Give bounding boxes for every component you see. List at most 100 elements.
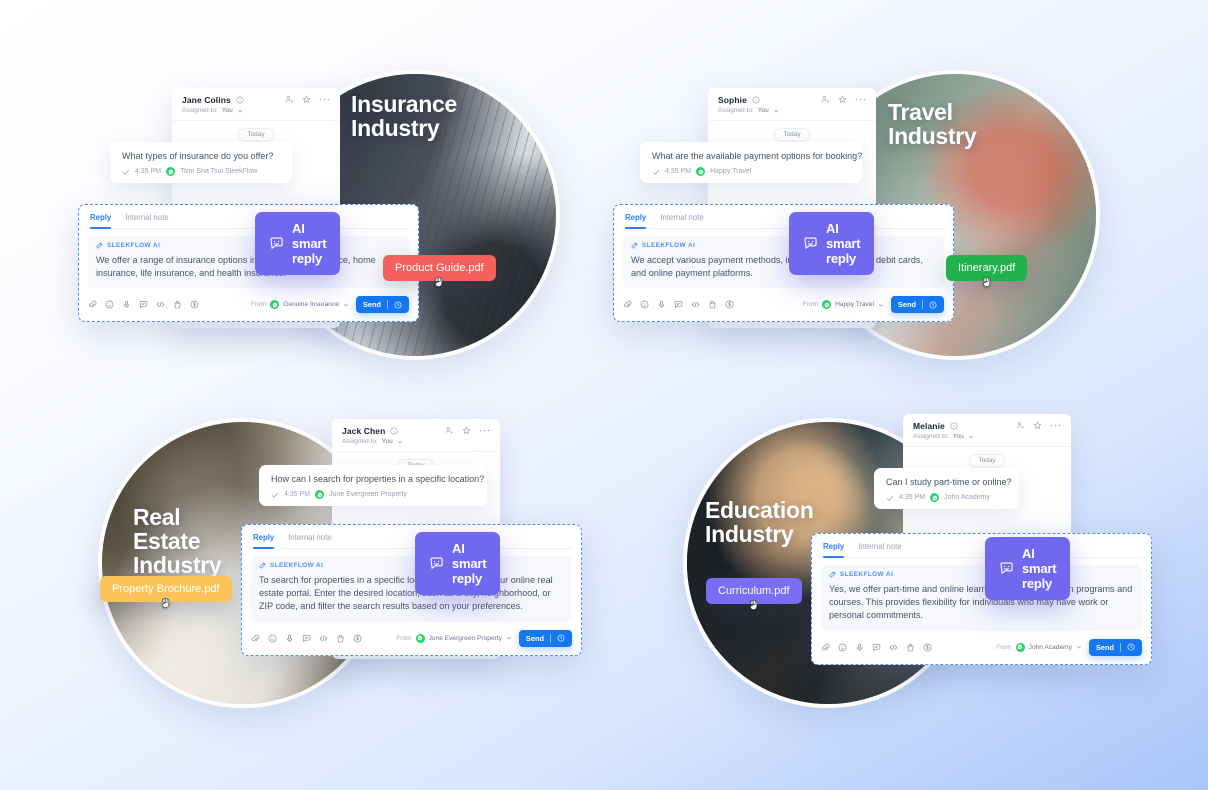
info-icon[interactable] bbox=[390, 427, 398, 435]
from-selector[interactable]: From John Academy bbox=[996, 642, 1082, 652]
star-icon[interactable] bbox=[462, 426, 471, 435]
tab-reply[interactable]: Reply bbox=[253, 533, 275, 549]
payment-icon[interactable] bbox=[353, 634, 362, 643]
quick-reply-icon[interactable] bbox=[302, 634, 311, 643]
shopping-bag-icon[interactable] bbox=[708, 300, 717, 309]
ai-smart-reply-button-travel[interactable]: AI smart reply bbox=[789, 212, 875, 275]
microphone-icon[interactable] bbox=[122, 300, 131, 309]
clock-icon[interactable] bbox=[394, 301, 402, 309]
tab-internal-note[interactable]: Internal note bbox=[125, 213, 168, 228]
payment-icon[interactable] bbox=[190, 300, 199, 309]
chat-header: Sophie Assigned to: You bbox=[708, 88, 876, 121]
send-button[interactable]: Send bbox=[355, 296, 409, 314]
assigned-to-row[interactable]: Assigned to: You bbox=[342, 438, 403, 445]
tab-internal-note[interactable]: Internal note bbox=[858, 542, 901, 557]
check-icon bbox=[271, 491, 279, 499]
payment-icon[interactable] bbox=[725, 300, 734, 309]
assigned-to-value: You bbox=[952, 433, 964, 440]
microphone-icon[interactable] bbox=[855, 643, 864, 652]
composer-footer: From John Academy Send bbox=[821, 638, 1142, 656]
tab-reply[interactable]: Reply bbox=[90, 213, 112, 229]
add-person-icon[interactable] bbox=[821, 95, 830, 104]
more-options-icon[interactable] bbox=[319, 97, 330, 102]
industry-title-education: Education Industry bbox=[705, 497, 814, 548]
emoji-icon[interactable] bbox=[268, 634, 277, 643]
code-snippet-icon[interactable] bbox=[889, 643, 898, 652]
tab-internal-note[interactable]: Internal note bbox=[660, 213, 703, 228]
assigned-to-row[interactable]: Assigned to: You bbox=[913, 433, 974, 440]
quick-reply-icon[interactable] bbox=[674, 300, 683, 309]
payment-icon[interactable] bbox=[923, 643, 932, 652]
ai-smart-reply-button-education[interactable]: AI smart reply bbox=[985, 537, 1071, 600]
magic-wand-icon bbox=[829, 571, 836, 578]
microphone-icon[interactable] bbox=[285, 634, 294, 643]
composer-send-area: From Happy Travel Send bbox=[803, 296, 944, 314]
ai-smart-reply-button-insurance[interactable]: AI smart reply bbox=[255, 212, 341, 275]
message-text: How can I search for properties in a spe… bbox=[271, 474, 485, 484]
composer-travel[interactable]: Reply Internal note SLEEKFLOW AI We acce… bbox=[613, 204, 954, 323]
shopping-bag-icon[interactable] bbox=[173, 300, 182, 309]
file-chip-label: Itinerary.pdf bbox=[958, 262, 1016, 274]
file-chip-insurance[interactable]: Product Guide.pdf bbox=[383, 255, 496, 287]
ai-smart-reply-button-real-estate[interactable]: AI smart reply bbox=[415, 532, 501, 595]
add-person-icon[interactable] bbox=[285, 95, 294, 104]
clock-icon[interactable] bbox=[929, 301, 937, 309]
composer-tools bbox=[623, 300, 734, 309]
composer-tabs: Reply Internal note bbox=[821, 541, 1142, 558]
star-icon[interactable] bbox=[838, 95, 847, 104]
shopping-bag-icon[interactable] bbox=[906, 643, 915, 652]
attachment-icon[interactable] bbox=[88, 300, 97, 309]
file-chip-education[interactable]: Curriculum.pdf bbox=[706, 578, 802, 610]
tab-internal-note[interactable]: Internal note bbox=[288, 533, 331, 548]
assigned-to-row[interactable]: Assigned to: You bbox=[182, 107, 244, 114]
more-options-icon[interactable] bbox=[1050, 423, 1061, 428]
composer-insurance[interactable]: Reply Internal note SLEEKFLOW AI We offe… bbox=[78, 204, 419, 323]
whatsapp-icon bbox=[166, 167, 176, 177]
divider bbox=[387, 300, 388, 310]
more-options-icon[interactable] bbox=[479, 428, 490, 433]
info-icon[interactable] bbox=[950, 422, 958, 430]
composer-real-estate[interactable]: Reply Internal note SLEEKFLOW AI To sear… bbox=[241, 524, 582, 656]
send-button[interactable]: Send bbox=[890, 296, 944, 314]
code-snippet-icon[interactable] bbox=[691, 300, 700, 309]
clock-icon[interactable] bbox=[557, 634, 565, 642]
shopping-bag-icon[interactable] bbox=[336, 634, 345, 643]
attachment-icon[interactable] bbox=[821, 643, 830, 652]
chat-header: Melanie Assigned to: You bbox=[903, 414, 1071, 447]
message-time: 4:35 PM bbox=[135, 168, 162, 176]
file-chip-travel[interactable]: Itinerary.pdf bbox=[946, 255, 1028, 287]
message-meta: 4:35 PM Happy Travel bbox=[652, 167, 850, 177]
code-snippet-icon[interactable] bbox=[319, 634, 328, 643]
emoji-icon[interactable] bbox=[105, 300, 114, 309]
info-icon[interactable] bbox=[236, 96, 244, 104]
date-divider: Today bbox=[774, 128, 810, 141]
from-selector[interactable]: From Genuine Insurance bbox=[251, 300, 349, 310]
add-person-icon[interactable] bbox=[445, 426, 454, 435]
attachment-icon[interactable] bbox=[251, 634, 260, 643]
tab-reply[interactable]: Reply bbox=[625, 213, 647, 229]
more-options-icon[interactable] bbox=[855, 97, 866, 102]
quick-reply-icon[interactable] bbox=[139, 300, 148, 309]
attachment-icon[interactable] bbox=[623, 300, 632, 309]
add-person-icon[interactable] bbox=[1016, 421, 1025, 430]
from-selector[interactable]: From June Evergreen Property bbox=[396, 633, 512, 643]
clock-icon[interactable] bbox=[1127, 643, 1135, 651]
send-button[interactable]: Send bbox=[518, 629, 572, 647]
composer-send-area: From June Evergreen Property Send bbox=[396, 629, 572, 647]
emoji-icon[interactable] bbox=[838, 643, 847, 652]
microphone-icon[interactable] bbox=[657, 300, 666, 309]
file-chip-real-estate[interactable]: Property Brochure.pdf bbox=[100, 576, 232, 608]
star-icon[interactable] bbox=[302, 95, 311, 104]
assigned-to-value: You bbox=[757, 107, 769, 114]
code-snippet-icon[interactable] bbox=[156, 300, 165, 309]
tab-reply[interactable]: Reply bbox=[823, 542, 845, 558]
quick-reply-icon[interactable] bbox=[872, 643, 881, 652]
from-selector[interactable]: From Happy Travel bbox=[803, 300, 884, 310]
info-icon[interactable] bbox=[752, 96, 760, 104]
star-icon[interactable] bbox=[1033, 421, 1042, 430]
whatsapp-icon bbox=[930, 493, 940, 503]
composer-education[interactable]: Reply Internal note SLEEKFLOW AI Yes, we… bbox=[811, 533, 1152, 665]
send-button[interactable]: Send bbox=[1088, 638, 1142, 656]
assigned-to-row[interactable]: Assigned to: You bbox=[718, 107, 779, 114]
emoji-icon[interactable] bbox=[640, 300, 649, 309]
